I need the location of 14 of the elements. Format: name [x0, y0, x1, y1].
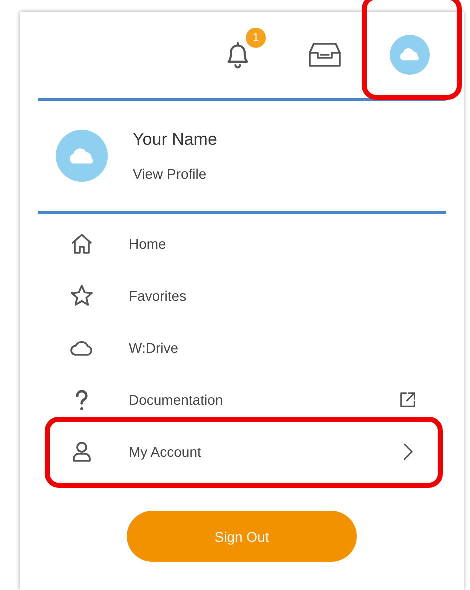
menu-item[interactable]: Documentation [20, 374, 464, 426]
menu-item[interactable]: My Account [20, 426, 464, 478]
cloud-icon [398, 48, 422, 62]
view-profile-link[interactable]: View Profile [133, 166, 207, 182]
menu-item[interactable]: W:Drive [20, 322, 464, 374]
inbox-icon[interactable] [308, 41, 342, 69]
star-icon [70, 284, 94, 308]
home-icon [70, 232, 94, 256]
notification-badge: 1 [246, 28, 266, 48]
external-link-icon [398, 390, 418, 410]
user-name: Your Name [133, 130, 218, 150]
menu-item[interactable]: Home [20, 218, 464, 270]
person-icon [70, 440, 94, 464]
menu-item[interactable]: Favorites [20, 270, 464, 322]
